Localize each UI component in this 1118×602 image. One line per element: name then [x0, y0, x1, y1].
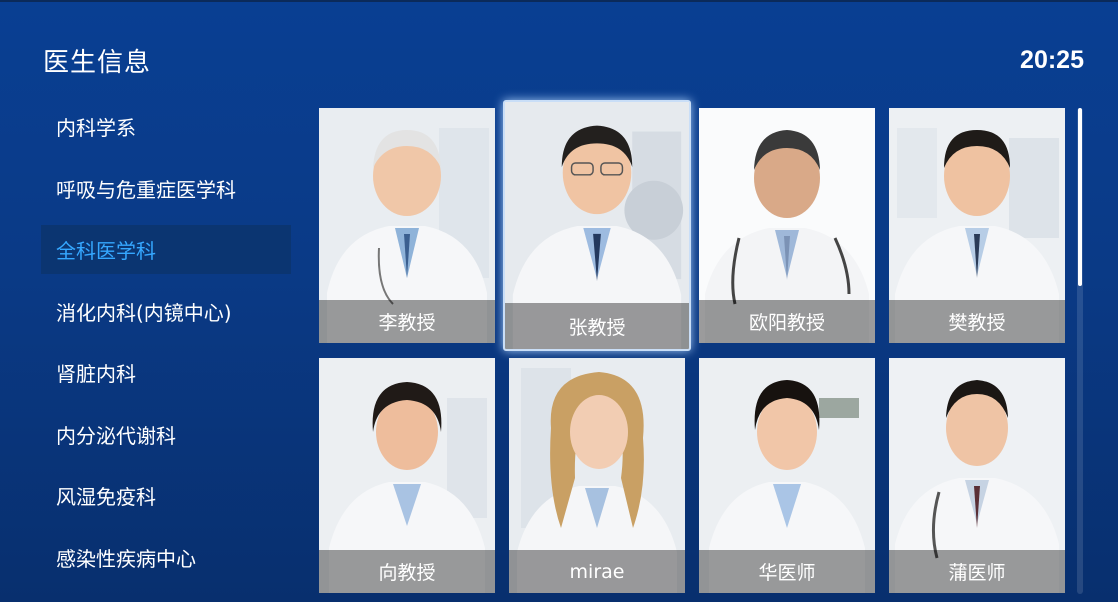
doctor-name-label: 蒲医师 [889, 550, 1065, 593]
sidebar-item-respiratory[interactable]: 呼吸与危重症医学科 [41, 164, 291, 213]
sidebar-item-general-medicine[interactable]: 全科医学科 [41, 225, 291, 274]
page-title: 医生信息 [43, 48, 152, 78]
doctor-info-screen: 医生信息 20:25 内科学系 呼吸与危重症医学科 全科医学科 消化内科(内镜中… [0, 0, 1118, 602]
doctor-card[interactable]: mirae [509, 358, 685, 593]
sidebar-item-nephrology[interactable]: 肾脏内科 [41, 348, 291, 397]
sidebar-item-endocrinology[interactable]: 内分泌代谢科 [41, 410, 291, 459]
sidebar-item-rheumatology[interactable]: 风湿免疫科 [41, 471, 291, 520]
doctor-card[interactable]: 向教授 [319, 358, 495, 593]
doctor-grid: 李教授 张教授 欧阳教授 樊教授 向教授 mirae 华医师 蒲医师 [319, 100, 1069, 594]
sidebar-item-label: 内分泌代谢科 [56, 423, 176, 448]
top-edge [0, 0, 1118, 2]
doctor-card[interactable]: 李教授 [319, 108, 495, 343]
doctor-name-label: 欧阳教授 [699, 300, 875, 343]
doctor-name-label: 华医师 [699, 550, 875, 593]
doctor-name-label: mirae [509, 550, 685, 593]
doctor-card[interactable]: 蒲医师 [889, 358, 1065, 593]
doctor-card[interactable]: 华医师 [699, 358, 875, 593]
doctor-card[interactable]: 张教授 [503, 100, 691, 351]
sidebar-item-label: 感染性疾病中心 [56, 546, 196, 571]
scrollbar[interactable] [1077, 108, 1083, 594]
doctor-name-label: 向教授 [319, 550, 495, 593]
doctor-name-label: 张教授 [505, 303, 689, 349]
sidebar-item-infectious-disease[interactable]: 感染性疾病中心 [41, 533, 291, 582]
scrollbar-thumb[interactable] [1078, 108, 1082, 286]
doctor-card[interactable]: 欧阳教授 [699, 108, 875, 343]
department-sidebar: 内科学系 呼吸与危重症医学科 全科医学科 消化内科(内镜中心) 肾脏内科 内分泌… [41, 102, 291, 594]
clock: 20:25 [1020, 46, 1084, 74]
doctor-name-label: 樊教授 [889, 300, 1065, 343]
sidebar-item-gastroenterology[interactable]: 消化内科(内镜中心) [41, 287, 291, 336]
sidebar-item-label: 全科医学科 [56, 239, 156, 263]
sidebar-item-label: 消化内科(内镜中心) [56, 300, 232, 325]
sidebar-item-label: 肾脏内科 [56, 362, 136, 386]
sidebar-item-label: 内科学系 [56, 116, 136, 140]
doctor-card[interactable]: 樊教授 [889, 108, 1065, 343]
sidebar-item-label: 呼吸与危重症医学科 [56, 177, 236, 202]
sidebar-item-internal-medicine[interactable]: 内科学系 [41, 102, 291, 151]
doctor-name-label: 李教授 [319, 300, 495, 343]
sidebar-item-label: 风湿免疫科 [56, 485, 156, 509]
